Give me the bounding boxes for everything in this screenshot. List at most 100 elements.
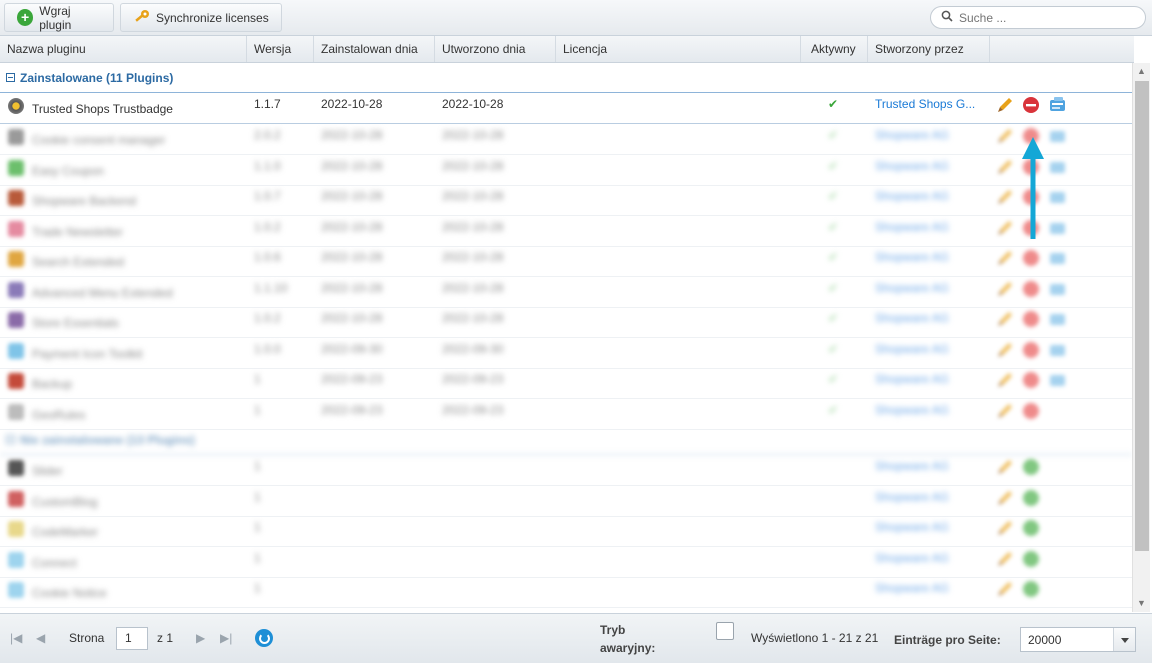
next-page-icon[interactable]: ▶ (196, 631, 205, 645)
upload-plugin-button[interactable]: + Wgraj plugin (4, 3, 114, 32)
plugin-author-link[interactable]: Shopware AG (868, 547, 948, 577)
install-icon[interactable] (1022, 580, 1040, 598)
edit-pencil-icon[interactable] (996, 158, 1014, 176)
edit-pencil-icon[interactable] (996, 96, 1014, 114)
plugin-author-link[interactable]: Shopware AG (868, 155, 948, 185)
update-icon[interactable] (1048, 341, 1066, 359)
edit-pencil-icon[interactable] (996, 580, 1014, 598)
plugin-author-link[interactable]: Trusted Shops G... (868, 93, 990, 123)
per-page-select[interactable]: 20000 (1020, 627, 1136, 652)
plugin-author-link[interactable]: Shopware AG (868, 124, 948, 154)
plugin-icon (8, 312, 24, 328)
plugin-author-link[interactable]: Shopware AG (868, 368, 948, 398)
plugin-author-link[interactable]: Shopware AG (868, 216, 948, 246)
plugin-author-link[interactable]: Shopware AG (868, 399, 948, 429)
plugin-row-selected[interactable]: Trusted Shops Trustbadge 1.1.7 2022-10-2… (0, 93, 1132, 124)
plugin-row[interactable]: Shopware Backend 1.0.7 2022-10-28 2022-10-2… (0, 185, 1132, 216)
update-icon[interactable] (1048, 127, 1066, 145)
page-input[interactable]: 1 (116, 627, 148, 650)
grid-scrollbar[interactable]: ▲ ▼ (1132, 63, 1150, 612)
column-active[interactable]: Aktywny (801, 36, 868, 62)
scroll-thumb[interactable] (1135, 81, 1149, 551)
plugin-row[interactable]: Cookie Notice 1 Shopware AG (0, 577, 1132, 608)
chevron-down-icon[interactable] (1113, 628, 1135, 651)
plugin-author-link[interactable]: Shopware AG (868, 246, 948, 276)
column-author[interactable]: Stworzony przez (868, 36, 990, 62)
active-check-icon: ✔ (828, 158, 839, 173)
install-icon[interactable] (1022, 489, 1040, 507)
scroll-up-icon[interactable]: ▲ (1137, 66, 1146, 76)
edit-pencil-icon[interactable] (996, 280, 1014, 298)
collapse-icon[interactable] (6, 435, 15, 444)
update-icon[interactable] (1048, 188, 1066, 206)
plugin-author-link[interactable]: Shopware AG (868, 516, 948, 546)
plugin-author-link[interactable]: Shopware AG (868, 338, 948, 368)
search-field[interactable] (930, 6, 1146, 29)
plugin-installed-date: 2022-10-28 (321, 280, 383, 295)
column-created[interactable]: Utworzono dnia (435, 36, 556, 62)
uninstall-icon[interactable] (1022, 402, 1040, 420)
edit-pencil-icon[interactable] (996, 489, 1014, 507)
edit-pencil-icon[interactable] (996, 519, 1014, 537)
update-icon[interactable] (1048, 371, 1066, 389)
plugin-row[interactable]: Advanced Menu Extended 1.1.10 2022-10-28 20… (0, 277, 1132, 308)
group-installed[interactable]: Zainstalowane (11 Plugins) (0, 63, 1132, 93)
edit-pencil-icon[interactable] (996, 341, 1014, 359)
plugin-row[interactable]: CustomBlog 1 Shopware AG (0, 486, 1132, 517)
update-icon[interactable] (1048, 310, 1066, 328)
edit-pencil-icon[interactable] (996, 219, 1014, 237)
install-icon[interactable] (1022, 550, 1040, 568)
column-license[interactable]: Licencja (556, 36, 801, 62)
edit-pencil-icon[interactable] (996, 402, 1014, 420)
column-installed[interactable]: Zainstalowan dnia (314, 36, 435, 62)
last-page-icon[interactable]: ▶| (220, 631, 232, 645)
plugin-row[interactable]: Backup 1 2022-09-23 2022-09-23 ✔ Shopware AG (0, 368, 1132, 399)
synchronize-licenses-button[interactable]: Synchronize licenses (120, 3, 282, 32)
column-name[interactable]: Nazwa pluginu (0, 36, 247, 62)
edit-pencil-icon[interactable] (996, 458, 1014, 476)
plugin-row[interactable]: Store Essentials 1.0.2 2022-10-28 2022-10-2… (0, 307, 1132, 338)
uninstall-icon[interactable] (1022, 280, 1040, 298)
edit-pencil-icon[interactable] (996, 249, 1014, 267)
update-icon[interactable] (1048, 158, 1066, 176)
update-icon[interactable] (1048, 96, 1066, 114)
first-page-icon[interactable]: |◀ (10, 631, 22, 645)
plugin-author-link[interactable]: Shopware AG (868, 185, 948, 215)
uninstall-icon[interactable] (1022, 310, 1040, 328)
edit-pencil-icon[interactable] (996, 188, 1014, 206)
plugin-author-link[interactable]: Shopware AG (868, 277, 948, 307)
plugin-row[interactable]: Connect 1 Shopware AG (0, 547, 1132, 578)
plugin-author-link[interactable]: Shopware AG (868, 486, 948, 516)
edit-pencil-icon[interactable] (996, 371, 1014, 389)
install-icon[interactable] (1022, 458, 1040, 476)
emergency-mode-checkbox[interactable] (716, 622, 734, 640)
plugin-author-link[interactable]: Shopware AG (868, 577, 948, 607)
scroll-down-icon[interactable]: ▼ (1137, 598, 1146, 608)
plugin-row[interactable]: Slider 1 Shopware AG (0, 455, 1132, 486)
search-input[interactable] (959, 10, 1129, 25)
collapse-icon[interactable] (6, 73, 15, 82)
edit-pencil-icon[interactable] (996, 310, 1014, 328)
uninstall-icon[interactable] (1022, 341, 1040, 359)
install-icon[interactable] (1022, 519, 1040, 537)
uninstall-icon[interactable] (1022, 371, 1040, 389)
uninstall-icon[interactable] (1022, 96, 1040, 114)
column-version[interactable]: Wersja (247, 36, 314, 62)
uninstall-icon[interactable] (1022, 249, 1040, 267)
update-icon[interactable] (1048, 280, 1066, 298)
prev-page-icon[interactable]: ◀ (36, 631, 45, 645)
plugin-row[interactable]: Easy Coupon 1.1.0 2022-10-28 2022-10-28 ✔ Sho… (0, 155, 1132, 186)
plugin-author-link[interactable]: Shopware AG (868, 307, 948, 337)
edit-pencil-icon[interactable] (996, 127, 1014, 145)
plugin-row[interactable]: Trade Newsletter 1.0.2 2022-10-28 2022-10-2… (0, 216, 1132, 247)
update-icon[interactable] (1048, 219, 1066, 237)
plugin-row[interactable]: Search Extended 1.0.6 2022-10-28 2022-10-28… (0, 246, 1132, 277)
update-icon[interactable] (1048, 249, 1066, 267)
plugin-author-link[interactable]: Shopware AG (868, 455, 948, 485)
plugin-row[interactable]: Cookie consent manager 2.0.2 2022-10-28 202… (0, 124, 1132, 155)
group-uninstalled[interactable]: Nie zainstalowane (13 Plugins) (0, 425, 1132, 455)
plugin-row[interactable]: CodeMarker 1 Shopware AG (0, 516, 1132, 547)
plugin-row[interactable]: Payment Icon Toolkit 1.0.0 2022-09-30 2022-… (0, 338, 1132, 369)
edit-pencil-icon[interactable] (996, 550, 1014, 568)
refresh-icon[interactable] (255, 629, 273, 647)
